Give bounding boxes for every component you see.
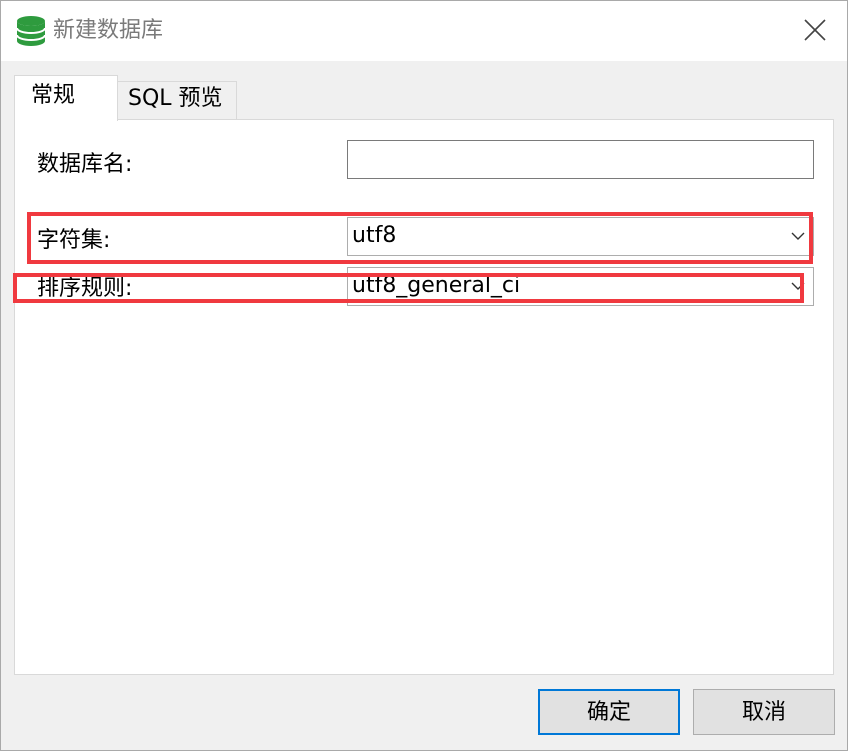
database-name-label: 数据库名:: [37, 152, 133, 177]
general-panel: [14, 119, 834, 675]
cancel-button[interactable]: 取消: [693, 689, 835, 735]
ok-button[interactable]: 确定: [538, 689, 680, 735]
chevron-down-icon: [791, 282, 805, 290]
collation-label: 排序规则:: [37, 276, 133, 301]
collation-value: utf8_general_ci: [352, 273, 521, 298]
title-bar: 新建数据库: [1, 1, 847, 61]
close-icon[interactable]: [793, 11, 837, 51]
charset-value: utf8: [352, 223, 397, 248]
charset-select[interactable]: utf8: [347, 217, 814, 256]
collation-select[interactable]: utf8_general_ci: [347, 267, 814, 306]
tab-sql-preview[interactable]: SQL 预览: [117, 81, 237, 119]
charset-label: 字符集:: [37, 228, 111, 253]
tab-sql-preview-label: SQL 预览: [128, 86, 223, 111]
tab-general-label: 常规: [31, 83, 76, 108]
database-icon: [16, 16, 46, 46]
chevron-down-icon: [791, 232, 805, 240]
tab-general[interactable]: 常规: [14, 75, 118, 121]
dialog-title: 新建数据库: [53, 18, 164, 43]
new-database-dialog: 新建数据库 SQL 预览 常规 数据库名: 字符集: utf8 排序规则: ut…: [0, 0, 848, 751]
database-name-input[interactable]: [347, 140, 814, 179]
